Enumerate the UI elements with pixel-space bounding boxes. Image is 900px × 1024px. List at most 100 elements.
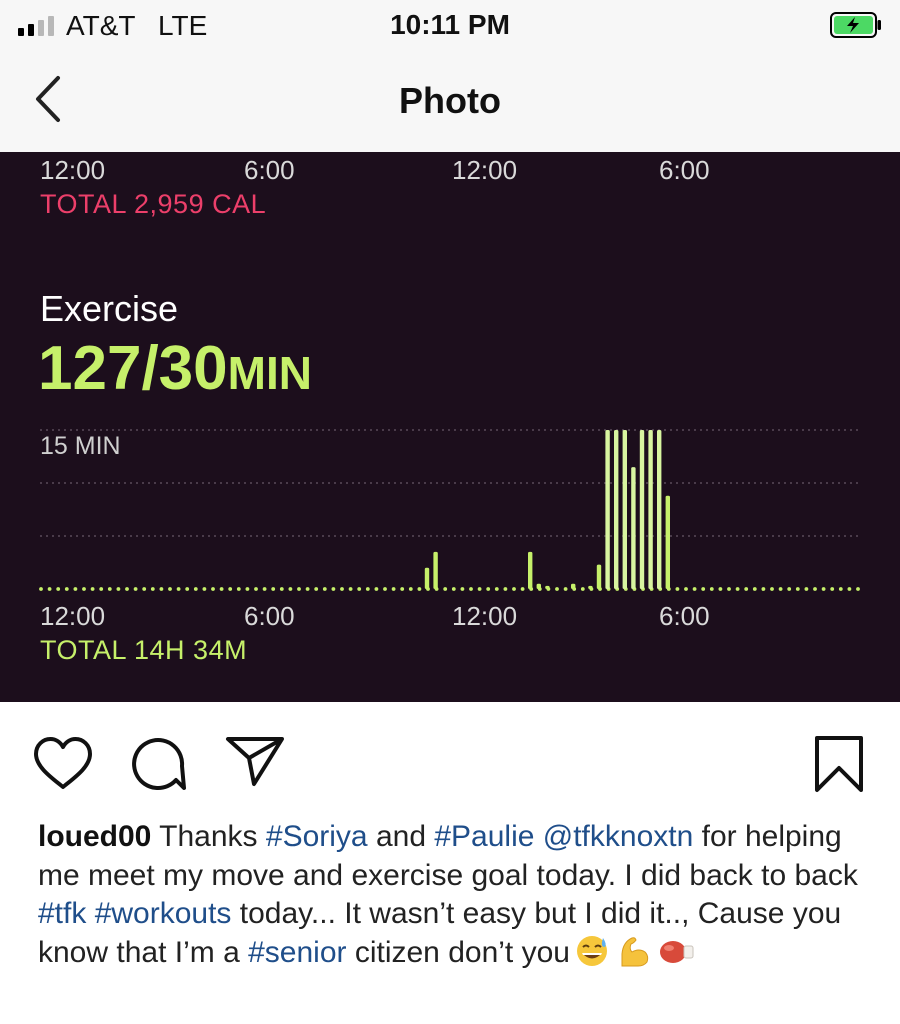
chart-baseline-dot [735,587,740,591]
chart-bar [665,495,670,589]
hashtag-link[interactable]: #workouts [95,897,232,930]
chart-baseline-dot [701,587,706,591]
hashtag-link[interactable]: #senior [248,936,346,969]
chart-bar [605,430,610,589]
chart-baseline-dot [477,587,482,591]
caption-username[interactable]: loued00 [38,820,151,853]
chart-baseline-dot [116,587,121,591]
paper-plane-icon[interactable] [224,734,286,788]
chart-baseline-dot [262,587,267,591]
caption-text: Thanks [151,820,266,853]
chart-y-max-label: 15 MIN [40,432,121,460]
chart-baseline-dot [357,587,362,591]
chart-baseline-dot [804,587,809,591]
heart-icon[interactable] [32,736,94,792]
chart-baseline-dot [813,587,817,591]
chart-bar [536,583,541,589]
chart-baseline-dot [795,587,800,591]
chart-baseline-dot [39,587,43,591]
chart-baseline-dot [219,587,224,591]
chart-bar [631,467,636,589]
caption-text [534,820,542,853]
status-time: 10:11 PM [390,9,510,40]
battery-charging-icon [830,12,881,38]
chart-baseline-dot [279,587,284,591]
exercise-x-tick: 6:00 [244,601,295,631]
exercise-total: TOTAL 14H 34M [40,635,248,665]
chart-baseline-dot [348,587,353,591]
chart-baseline-dot [73,587,78,591]
chart-baseline-dot [82,587,86,591]
chart-baseline-dot [90,587,95,591]
chart-baseline-dot [778,587,783,591]
caption-text: citizen don’t you [346,935,570,969]
chart-baseline-dot [288,587,293,591]
chart-baseline-dot [322,587,327,591]
chart-baseline-dot [374,587,379,591]
chart-baseline-dot [494,587,499,591]
chart-baseline-dot [563,587,568,591]
mention-link[interactable]: @tfkknoxtn [543,820,694,853]
chart-baseline-dot [159,587,164,591]
chart-baseline-dot [417,587,422,591]
sweat-smile-emoji [576,935,607,966]
chart-bar [596,564,602,589]
chart-baseline-dot [451,587,456,591]
chart-baseline-dot [847,587,852,591]
chart-baseline-dot [787,587,792,591]
chart-baseline-dot [56,587,61,591]
chart-baseline-dot [718,587,723,591]
chart-baseline-dot [236,587,241,591]
chart-baseline-dot [176,587,181,591]
chart-baseline-dot [202,587,207,591]
chart-baseline-dot [555,587,559,591]
bookmark-icon[interactable] [812,734,866,794]
hashtag-link[interactable]: #Soriya [266,820,368,853]
comment-icon[interactable] [128,736,188,794]
chart-baseline-dot [365,587,370,591]
chart-bar [657,430,662,589]
hashtag-link[interactable]: #Paulie [434,820,534,853]
chart-baseline-dot [271,587,276,591]
chart-baseline-dot [331,587,336,591]
chart-baseline-dot [383,587,387,591]
chart-baseline-dot [443,587,448,591]
chart-baseline-dot [99,587,104,591]
chart-baseline-dot [838,587,843,591]
chart-baseline-dot [47,587,52,591]
chart-bar [588,585,593,589]
chart-baseline-dot [245,587,250,591]
status-bar: AT&T LTE 10:11 PM [0,0,900,52]
chart-bar [614,430,619,589]
page-title: Photo [399,80,501,121]
chart-baseline-dot [520,587,525,591]
post-photo[interactable]: 12:00 6:00 12:00 6:00 TOTAL 2,959 CAL Ex… [0,152,900,702]
chart-baseline-dot [770,587,774,591]
exercise-x-tick: 6:00 [659,601,710,631]
chart-baseline-dot [761,587,766,591]
exercise-x-tick: 12:00 [40,601,106,631]
chart-baseline-dot [408,587,413,591]
chart-baseline-dot [684,587,688,591]
chart-baseline-dot [400,587,405,591]
chart-bar [571,583,576,589]
boxing-glove-emoji [659,940,694,963]
post-actions [0,702,900,812]
exercise-x-tick: 12:00 [452,601,518,631]
chart-baseline-dot [675,587,680,591]
chart-baseline-dot [150,587,155,591]
chart-baseline-dot [503,587,508,591]
chart-baseline-dot [830,587,835,591]
chart-baseline-dot [486,587,491,591]
chart-bar [639,430,645,589]
chart-baseline-dot [211,587,215,591]
chart-baseline-dot [314,587,319,591]
chart-bar [424,567,430,589]
chart-baseline-dot [168,587,172,591]
hashtag-link[interactable]: #tfk [38,897,86,930]
chart-baseline-dot [64,587,69,591]
chart-baseline-dot [107,587,112,591]
post-caption: loued00 Thanks #Soriya and #Paulie @tfkk… [38,818,878,972]
chart-baseline-dot [580,587,585,591]
chart-baseline-dot [692,587,697,591]
